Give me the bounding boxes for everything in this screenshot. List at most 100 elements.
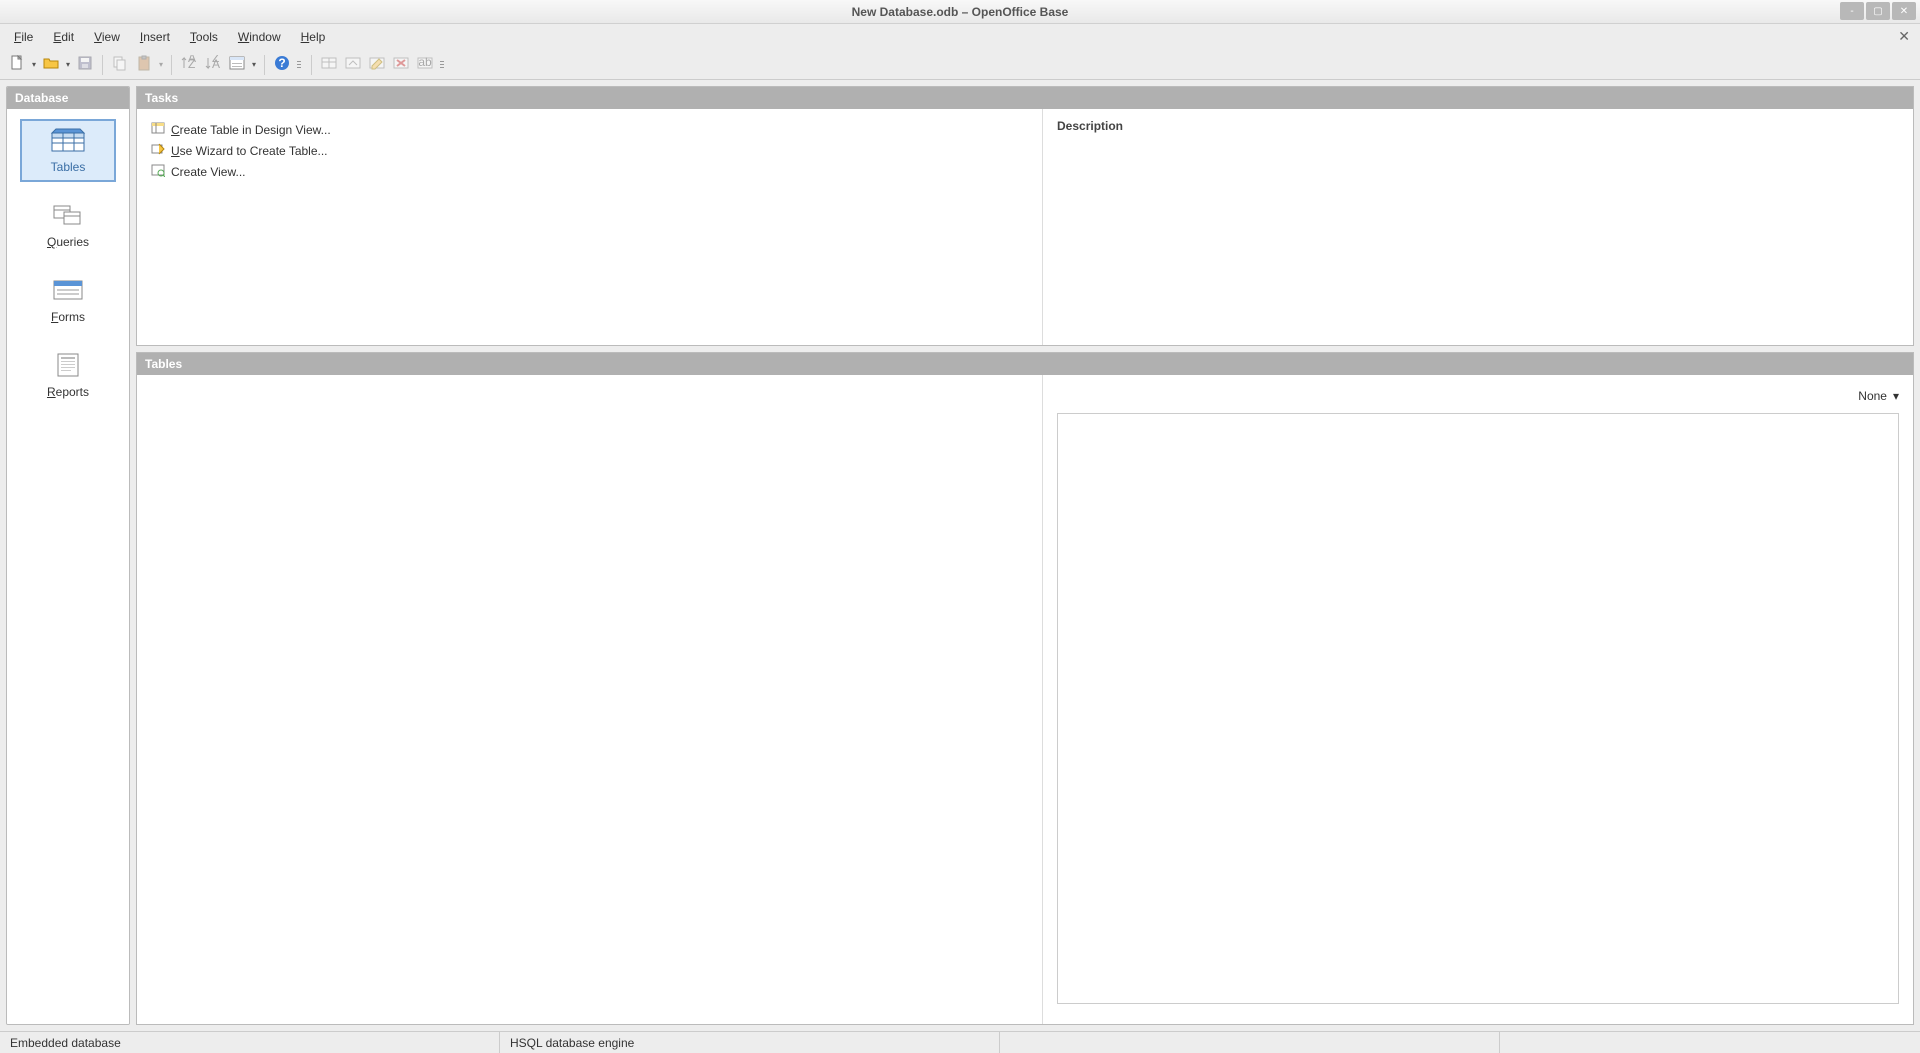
- tables-body: None ▾: [137, 375, 1913, 1024]
- status-cell-3: [1000, 1032, 1500, 1053]
- new-document-icon: [9, 55, 25, 74]
- form-icon: [229, 55, 245, 74]
- menu-view[interactable]: View: [84, 27, 130, 47]
- task-create-view[interactable]: Create View...: [151, 161, 1028, 182]
- sidebar-item-label: Tables: [51, 160, 86, 174]
- copy-button[interactable]: [109, 54, 131, 76]
- forms-icon: [50, 277, 86, 306]
- tables-list[interactable]: [137, 375, 1043, 1024]
- new-button[interactable]: [6, 54, 28, 76]
- sort-descending-icon: ZA: [205, 55, 221, 74]
- svg-text:A: A: [212, 57, 220, 71]
- svg-text:ab: ab: [418, 55, 432, 69]
- main-area: Database Tables Queries Forms: [0, 80, 1920, 1031]
- wizard-icon: [151, 142, 165, 159]
- status-embedded: Embedded database: [0, 1032, 500, 1053]
- sort-asc-button[interactable]: AZ: [178, 54, 200, 76]
- open-table-button[interactable]: [342, 54, 364, 76]
- menu-file[interactable]: File: [4, 27, 43, 47]
- menu-window[interactable]: Window: [228, 27, 291, 47]
- description-label: Description: [1057, 119, 1899, 133]
- tasks-header: Tasks: [137, 87, 1913, 109]
- sidebar-item-reports[interactable]: Reports: [20, 344, 116, 407]
- window-buttons: ‐ ▢ ✕: [1840, 2, 1916, 20]
- toolbar-separator: [311, 55, 312, 75]
- menubar: File Edit View Insert Tools Window Help …: [0, 24, 1920, 50]
- form-button[interactable]: [226, 54, 248, 76]
- table-edit-icon: [369, 55, 385, 74]
- folder-open-icon: [43, 55, 59, 74]
- toolbar-grip[interactable]: [440, 54, 448, 76]
- sort-ascending-icon: AZ: [181, 55, 197, 74]
- menu-help[interactable]: Help: [291, 27, 336, 47]
- maximize-button[interactable]: ▢: [1866, 2, 1890, 20]
- table-delete-icon: [393, 55, 409, 74]
- help-icon: ?: [274, 55, 290, 74]
- toolbar-separator: [171, 55, 172, 75]
- paste-icon: [136, 55, 152, 74]
- new-table-button[interactable]: [318, 54, 340, 76]
- task-label: Create View...: [171, 165, 245, 179]
- queries-icon: [50, 202, 86, 231]
- task-label: Use Wizard to Create Table...: [171, 144, 328, 158]
- menu-tools[interactable]: Tools: [180, 27, 228, 47]
- save-icon: [77, 55, 93, 74]
- statusbar: Embedded database HSQL database engine: [0, 1031, 1920, 1053]
- svg-text:Z: Z: [212, 55, 219, 65]
- sidebar-item-label: Reports: [47, 385, 89, 399]
- close-button[interactable]: ✕: [1892, 2, 1916, 20]
- paste-button[interactable]: [133, 54, 155, 76]
- help-button[interactable]: ?: [271, 54, 293, 76]
- sidebar-header: Database: [7, 87, 129, 109]
- chevron-down-icon: ▾: [1893, 389, 1899, 403]
- preview-mode-dropdown[interactable]: None ▾: [1858, 385, 1899, 413]
- toolbar-grip[interactable]: [297, 54, 305, 76]
- task-create-table-design[interactable]: Create Table in Design View...: [151, 119, 1028, 140]
- menu-edit[interactable]: Edit: [43, 27, 84, 47]
- tables-icon: [50, 127, 86, 156]
- sidebar-body: Tables Queries Forms Reports: [7, 109, 129, 1024]
- svg-text:?: ?: [278, 56, 285, 70]
- toolbar-separator: [264, 55, 265, 75]
- preview-mode-label: None: [1858, 389, 1887, 403]
- open-dropdown[interactable]: ▾: [64, 60, 72, 69]
- copy-icon: [112, 55, 128, 74]
- task-create-table-wizard[interactable]: Use Wizard to Create Table...: [151, 140, 1028, 161]
- tasks-description: Description: [1043, 109, 1913, 345]
- status-cell-4: [1500, 1032, 1920, 1053]
- svg-text:Z: Z: [188, 57, 195, 71]
- main-toolbar: ▾ ▾ ▾ AZ ZA ▾: [0, 50, 1920, 80]
- tasks-list: Create Table in Design View... Use Wizar…: [137, 109, 1043, 345]
- open-button[interactable]: [40, 54, 62, 76]
- sidebar-item-queries[interactable]: Queries: [20, 194, 116, 257]
- form-dropdown[interactable]: ▾: [250, 60, 258, 69]
- sidebar-item-tables[interactable]: Tables: [20, 119, 116, 182]
- sidebar-item-label: Forms: [51, 310, 85, 324]
- reports-icon: [50, 352, 86, 381]
- sidebar-item-forms[interactable]: Forms: [20, 269, 116, 332]
- paste-dropdown[interactable]: ▾: [157, 60, 165, 69]
- edit-table-button[interactable]: [366, 54, 388, 76]
- sidebar-item-label: Queries: [47, 235, 89, 249]
- table-open-icon: [345, 55, 361, 74]
- minimize-button[interactable]: ‐: [1840, 2, 1864, 20]
- view-icon: [151, 163, 165, 180]
- right-panels: Tasks Create Table in Design View... Use…: [136, 86, 1914, 1025]
- delete-table-button[interactable]: [390, 54, 412, 76]
- tables-panel: Tables None ▾: [136, 352, 1914, 1025]
- menu-insert[interactable]: Insert: [130, 27, 180, 47]
- rename-table-button[interactable]: ab: [414, 54, 436, 76]
- sort-desc-button[interactable]: ZA: [202, 54, 224, 76]
- titlebar: New Database.odb – OpenOffice Base ‐ ▢ ✕: [0, 0, 1920, 24]
- toolbar-separator: [102, 55, 103, 75]
- document-close-button[interactable]: ✕: [1898, 28, 1910, 45]
- new-dropdown[interactable]: ▾: [30, 60, 38, 69]
- table-new-icon: [321, 55, 337, 74]
- tasks-panel: Tasks Create Table in Design View... Use…: [136, 86, 1914, 346]
- save-button[interactable]: [74, 54, 96, 76]
- tables-header: Tables: [137, 353, 1913, 375]
- status-engine: HSQL database engine: [500, 1032, 1000, 1053]
- design-icon: [151, 121, 165, 138]
- table-rename-icon: ab: [417, 55, 433, 74]
- preview-box: [1057, 413, 1899, 1004]
